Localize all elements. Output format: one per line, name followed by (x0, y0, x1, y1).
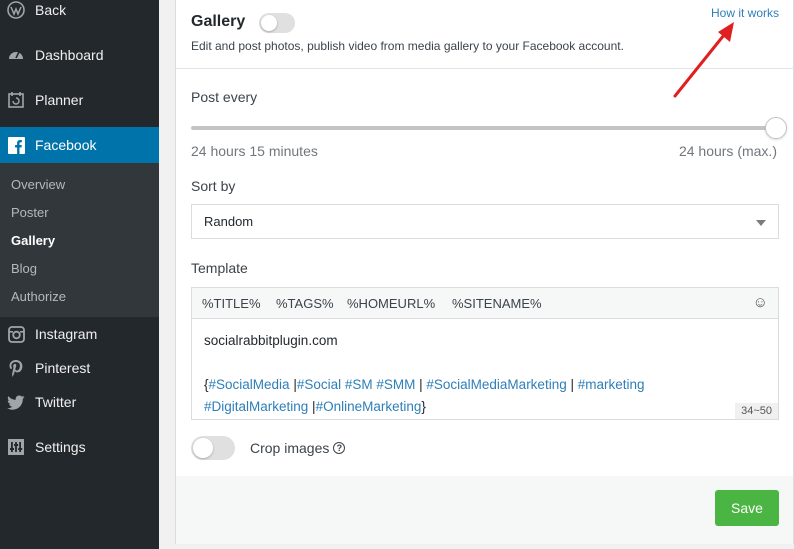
gallery-enable-toggle[interactable] (259, 13, 295, 33)
tag-tags[interactable]: %TAGS% (276, 296, 334, 311)
spin-text: | (308, 399, 316, 414)
annotation-arrow-icon (673, 22, 734, 98)
post-every-max-value: 24 hours (max.) (678, 143, 777, 159)
toggle-knob (261, 15, 277, 31)
spin-text: | (566, 377, 578, 392)
nav-twitter-label: Twitter (35, 394, 77, 410)
calendar-icon (6, 90, 26, 110)
facebook-icon (6, 135, 26, 155)
spin-text: | (415, 377, 427, 392)
post-every-slider-track[interactable] (191, 126, 778, 130)
submenu-gallery[interactable]: Gallery (11, 233, 55, 248)
nav-planner-label: Planner (35, 92, 84, 108)
nav-settings-label: Settings (35, 439, 86, 455)
dashboard-icon (6, 45, 26, 65)
sort-by-select[interactable]: Random (191, 204, 779, 239)
nav-back-label: Back (35, 2, 67, 18)
hashtag: #SocialMedia (208, 377, 290, 392)
nav-planner[interactable]: Planner (0, 82, 159, 118)
nav-facebook-label: Facebook (35, 137, 97, 153)
template-spin-line-2: #DigitalMarketing |#OnlineMarketing} (204, 396, 764, 418)
submenu-overview[interactable]: Overview (11, 177, 65, 192)
tag-title[interactable]: %TITLE% (202, 296, 261, 311)
nav-dashboard-label: Dashboard (35, 47, 104, 63)
chevron-down-icon (756, 220, 766, 226)
post-every-current-value: 24 hours 15 minutes (191, 143, 318, 159)
template-editor[interactable]: %TITLE% %TAGS% %HOMEURL% %SITENAME% ☺ so… (191, 287, 779, 420)
spin-text: | (289, 377, 297, 392)
template-textarea[interactable]: socialrabbitplugin.com {#SocialMedia |#S… (204, 330, 764, 418)
hashtag: #Social #SM #SMM (296, 377, 416, 392)
post-every-slider-thumb[interactable] (765, 117, 787, 139)
template-counter: 34~50 (735, 403, 778, 419)
hashtag: #SocialMediaMarketing (426, 377, 567, 392)
tag-homeurl[interactable]: %HOMEURL% (347, 296, 435, 311)
crop-images-row: Crop images ? (191, 436, 346, 460)
hashtag: #marketing (577, 377, 645, 392)
tag-sitename[interactable]: %SITENAME% (452, 296, 542, 311)
sort-by-value: Random (204, 214, 254, 229)
hashtag: #OnlineMarketing (315, 399, 422, 414)
template-spin-line-1: {#SocialMedia |#Social #SM #SMM | #Socia… (204, 374, 764, 396)
nav-instagram[interactable]: Instagram (0, 316, 159, 352)
sort-by-label: Sort by (191, 178, 236, 194)
pinterest-icon (6, 358, 26, 378)
template-blank-line (204, 352, 764, 374)
crop-images-toggle[interactable] (191, 436, 235, 460)
toggle-knob (193, 438, 213, 458)
help-icon[interactable]: ? (333, 442, 346, 454)
emoji-icon[interactable]: ☺ (753, 294, 768, 311)
hashtag: #DigitalMarketing (204, 399, 309, 414)
template-label: Template (191, 260, 248, 276)
page-description: Edit and post photos, publish video from… (191, 39, 624, 53)
nav-back[interactable]: Back (0, 0, 159, 28)
settings-icon (6, 437, 26, 457)
save-button[interactable]: Save (715, 490, 779, 526)
admin-sidebar: Back Dashboard Planner Facebook Overview… (0, 0, 159, 549)
page-title: Gallery (191, 13, 246, 30)
submenu-poster[interactable]: Poster (11, 205, 49, 220)
submenu-authorize[interactable]: Authorize (11, 289, 66, 304)
wordpress-icon (6, 0, 26, 20)
nav-twitter[interactable]: Twitter (0, 384, 159, 420)
facebook-submenu: Overview Poster Gallery Blog Authorize (0, 163, 159, 317)
nav-instagram-label: Instagram (35, 326, 98, 342)
instagram-icon (6, 324, 26, 344)
panel-footer (176, 476, 793, 544)
template-tags-bar: %TITLE% %TAGS% %HOMEURL% %SITENAME% ☺ (192, 288, 778, 319)
post-every-label: Post every (191, 89, 258, 105)
crop-images-label: Crop images (250, 440, 330, 456)
nav-pinterest[interactable]: Pinterest (0, 350, 159, 386)
twitter-icon (6, 392, 26, 412)
template-line-1: socialrabbitplugin.com (204, 333, 338, 348)
nav-facebook[interactable]: Facebook (0, 127, 159, 163)
nav-dashboard[interactable]: Dashboard (0, 37, 159, 73)
submenu-blog[interactable]: Blog (11, 261, 37, 276)
nav-pinterest-label: Pinterest (35, 360, 91, 376)
nav-settings[interactable]: Settings (0, 429, 159, 465)
spin-text: } (421, 399, 426, 414)
